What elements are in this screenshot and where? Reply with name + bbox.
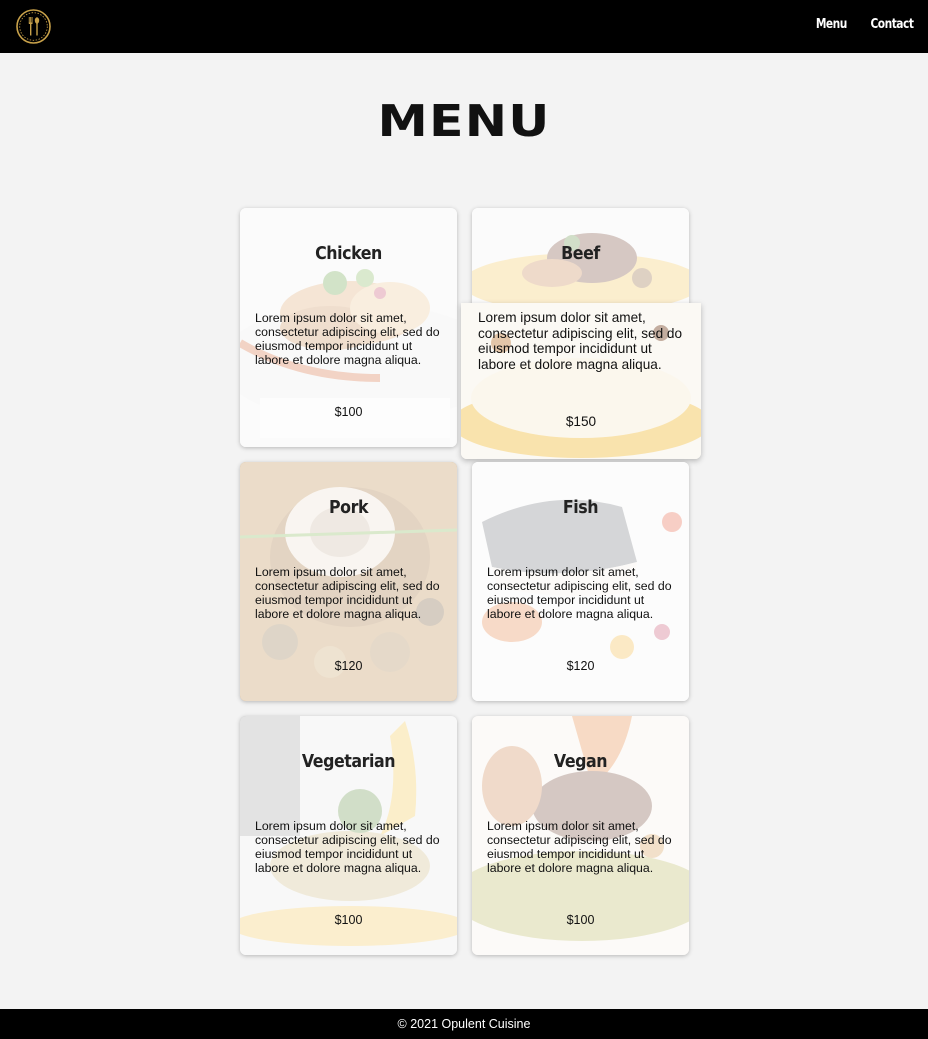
card-description: Lorem ipsum dolor sit amet, consectetur …	[255, 311, 440, 367]
menu-card-beef-top[interactable]: Beef	[472, 208, 689, 308]
card-description: Lorem ipsum dolor sit amet, consectetur …	[255, 565, 440, 621]
card-title: Fish	[562, 497, 599, 518]
card-description: Lorem ipsum dolor sit amet, consectetur …	[487, 819, 672, 875]
top-navbar: Menu Contact	[0, 0, 928, 53]
card-price: $120	[334, 659, 363, 673]
menu-card-vegetarian[interactable]: Vegetarian Lorem ipsum dolor sit amet, c…	[240, 716, 457, 955]
nav-link-contact[interactable]: Contact	[870, 17, 913, 32]
card-price: $150	[565, 414, 597, 429]
nav-link-menu[interactable]: Menu	[816, 17, 848, 32]
menu-card-fish[interactable]: Fish Lorem ipsum dolor sit amet, consect…	[472, 462, 689, 701]
card-title: Beef	[561, 243, 600, 264]
menu-card-vegan[interactable]: Vegan Lorem ipsum dolor sit amet, consec…	[472, 716, 689, 955]
card-description: Lorem ipsum dolor sit amet, consectetur …	[255, 819, 440, 875]
card-title: Vegetarian	[301, 751, 396, 772]
card-price: $100	[334, 405, 363, 419]
copyright-text: © 2021 Opulent Cuisine	[397, 1017, 531, 1031]
card-title: Chicken	[315, 243, 382, 264]
footer: © 2021 Opulent Cuisine	[0, 1009, 928, 1039]
fork-spoon-badge-icon[interactable]	[15, 8, 52, 45]
menu-card-pork[interactable]: Pork Lorem ipsum dolor sit amet, consect…	[240, 462, 457, 701]
menu-card-chicken[interactable]: Chicken Lorem ipsum dolor sit amet, cons…	[240, 208, 457, 447]
card-price: $100	[334, 913, 363, 927]
page-title: MENU	[377, 96, 551, 147]
card-title: Pork	[328, 497, 369, 518]
menu-card-beef[interactable]: Lorem ipsum dolor sit amet, consectetur …	[461, 303, 701, 459]
card-price: $120	[566, 659, 595, 673]
card-title: Vegan	[553, 751, 608, 772]
card-price: $100	[566, 913, 595, 927]
main-nav: Menu Contact	[809, 17, 914, 32]
card-description: Lorem ipsum dolor sit amet, consectetur …	[478, 310, 683, 372]
card-description: Lorem ipsum dolor sit amet, consectetur …	[487, 565, 672, 621]
